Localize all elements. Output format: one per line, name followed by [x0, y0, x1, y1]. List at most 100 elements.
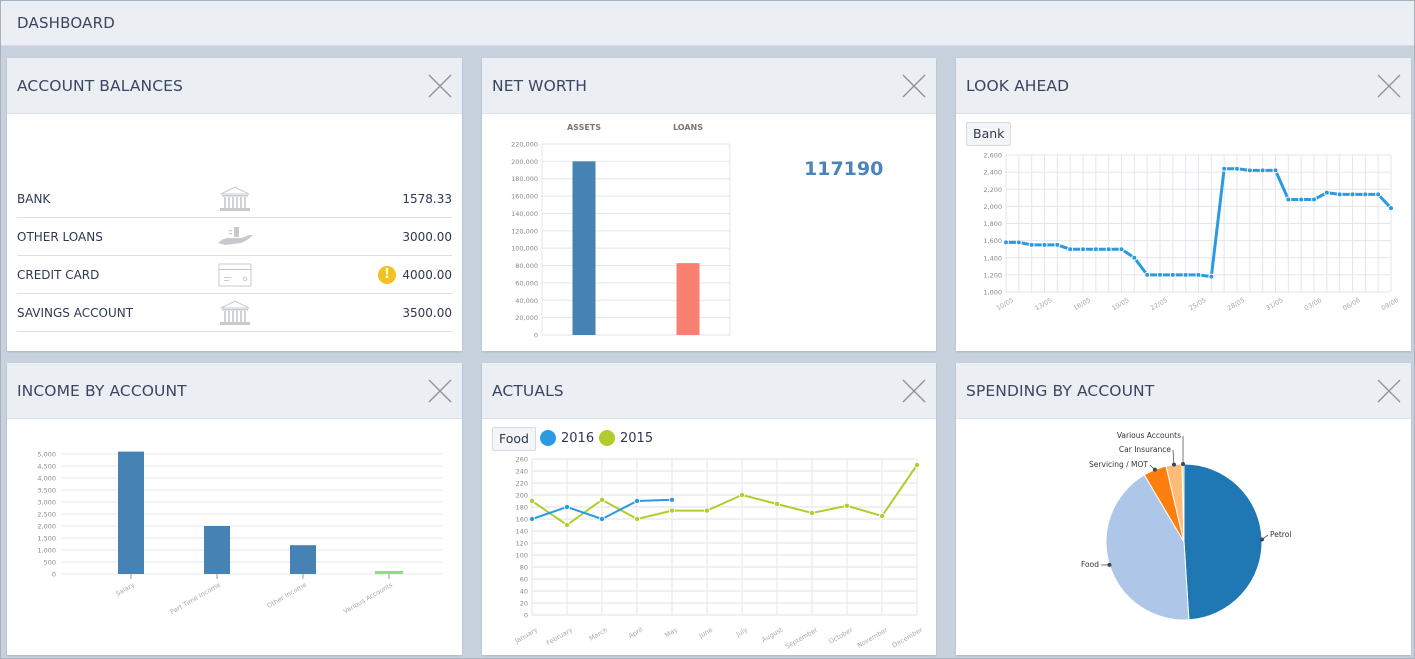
- y-tick-label: 3,500: [37, 487, 56, 495]
- category-selector[interactable]: Food: [492, 427, 536, 451]
- x-tick-label: Other Income: [266, 581, 308, 610]
- data-point: [1323, 189, 1330, 196]
- x-tick-label: June: [697, 626, 714, 641]
- slice-label: Food: [1081, 560, 1099, 569]
- y-tick-label: 20: [520, 600, 528, 608]
- account-row-other-loans[interactable]: OTHER LOANS 3000.00: [17, 218, 452, 256]
- data-point: [1067, 246, 1074, 253]
- y-tick-label: 220,000: [511, 141, 538, 149]
- label-anchor-dot: [1181, 462, 1186, 467]
- x-tick-label: 22/05: [1149, 296, 1169, 312]
- data-point: [668, 507, 675, 514]
- slice-label: Servicing / MOT: [1089, 460, 1148, 469]
- legend-item-2016[interactable]: 2016: [540, 430, 594, 446]
- panel-header: INCOME BY ACCOUNT: [7, 363, 462, 419]
- account-row-savings-account[interactable]: SAVINGS ACCOUNT 3500.00: [17, 294, 452, 332]
- data-point: [1131, 254, 1138, 261]
- x-tick-label: 19/05: [1110, 296, 1130, 312]
- account-row-bank[interactable]: BANK 1578.33: [17, 180, 452, 218]
- account-selector[interactable]: Bank: [966, 122, 1012, 146]
- page-title: DASHBOARD: [17, 14, 115, 32]
- x-tick-label: 28/05: [1226, 296, 1246, 312]
- bar-various-accounts: [375, 571, 403, 574]
- data-point: [529, 498, 536, 505]
- x-tick-label: 10/05: [995, 296, 1015, 312]
- bank-icon: [217, 300, 253, 326]
- y-tick-label: 40,000: [515, 297, 538, 305]
- data-point: [1311, 196, 1317, 203]
- hand-money-icon: [217, 224, 253, 250]
- y-tick-label: 120: [516, 540, 528, 548]
- label-anchor-dot: [1152, 467, 1157, 472]
- data-point: [599, 496, 606, 503]
- y-tick-label: 180,000: [511, 175, 538, 183]
- y-tick-label: 2,200: [983, 186, 1002, 194]
- account-name: SAVINGS ACCOUNT: [17, 306, 134, 320]
- data-point: [1221, 165, 1228, 172]
- y-tick-label: 240: [516, 468, 528, 476]
- legend-label: 2015: [620, 430, 654, 446]
- data-point: [1041, 241, 1048, 248]
- top-bar: DASHBOARD: [1, 1, 1414, 46]
- panel-header: NET WORTH: [482, 58, 936, 114]
- account-balance: 3500.00: [402, 306, 452, 320]
- data-point: [1003, 239, 1009, 246]
- label-anchor-dot: [1171, 462, 1176, 467]
- close-icon[interactable]: [428, 379, 452, 403]
- data-point: [1092, 246, 1099, 253]
- data-point: [843, 502, 850, 509]
- data-point: [878, 513, 885, 520]
- data-point: [1169, 271, 1176, 278]
- x-tick-label: 16/05: [1072, 296, 1092, 312]
- warning-icon[interactable]: !: [378, 266, 396, 284]
- data-point: [1259, 167, 1266, 174]
- y-tick-label: 2,500: [37, 511, 56, 519]
- data-point: [1336, 191, 1343, 198]
- data-point: [1054, 241, 1061, 248]
- x-tick-label: July: [734, 626, 749, 639]
- data-point: [564, 504, 571, 511]
- x-tick-label: November: [856, 626, 890, 650]
- y-tick-label: 500: [44, 559, 56, 567]
- account-balance: 3000.00: [402, 230, 452, 244]
- panel-account-balances: ACCOUNT BALANCES BANK 1578.33 OTHER LOAN…: [7, 58, 462, 351]
- y-tick-label: 0: [52, 571, 56, 579]
- data-point: [1105, 246, 1112, 253]
- net-worth-chart: 0 20,000 40,000 60,000 80,000 100,000 120,000 1…: [511, 123, 731, 340]
- close-icon[interactable]: [902, 74, 926, 98]
- panel-title: NET WORTH: [492, 77, 587, 95]
- close-icon[interactable]: [1377, 74, 1401, 98]
- data-point: [808, 510, 815, 517]
- data-point: [1208, 273, 1215, 280]
- y-tick-label: 2,600: [983, 152, 1002, 160]
- bank-icon: [217, 186, 253, 212]
- account-row-credit-card[interactable]: CREDIT CARD ! 4000.00: [17, 256, 452, 294]
- y-tick-label: 160: [516, 516, 528, 524]
- close-icon[interactable]: [428, 74, 452, 98]
- account-balance: 4000.00: [402, 268, 452, 282]
- close-icon[interactable]: [1377, 379, 1401, 403]
- close-icon[interactable]: [902, 379, 926, 403]
- data-point: [633, 498, 640, 505]
- y-tick-label: 3,000: [37, 499, 56, 507]
- legend-item-2015[interactable]: 2015: [599, 430, 653, 446]
- y-tick-label: 40: [520, 588, 528, 596]
- label-anchor-dot: [1107, 562, 1112, 567]
- data-point: [913, 461, 920, 468]
- y-tick-label: 20,000: [515, 314, 538, 322]
- legend-swatch: [599, 430, 615, 446]
- y-tick-label: 120,000: [511, 227, 538, 235]
- y-tick-label: 5,000: [37, 451, 56, 459]
- credit-card-icon: [217, 262, 253, 288]
- spending-pie-chart: Petrol Food Servicing / MOT Car Insurance Va…: [1081, 431, 1291, 621]
- data-point: [1272, 167, 1279, 174]
- y-tick-label: 1,800: [983, 220, 1002, 228]
- data-point: [1080, 246, 1086, 253]
- data-point: [668, 496, 675, 503]
- x-tick-label: May: [663, 626, 679, 640]
- data-point: [1362, 191, 1369, 198]
- panel-look-ahead: LOOK AHEAD Bank 1,000 1,200 1,400 1,600 1,80…: [956, 58, 1411, 351]
- y-tick-label: 0: [524, 612, 528, 620]
- panel-title: ACCOUNT BALANCES: [17, 77, 183, 95]
- y-tick-label: 2,000: [983, 203, 1002, 211]
